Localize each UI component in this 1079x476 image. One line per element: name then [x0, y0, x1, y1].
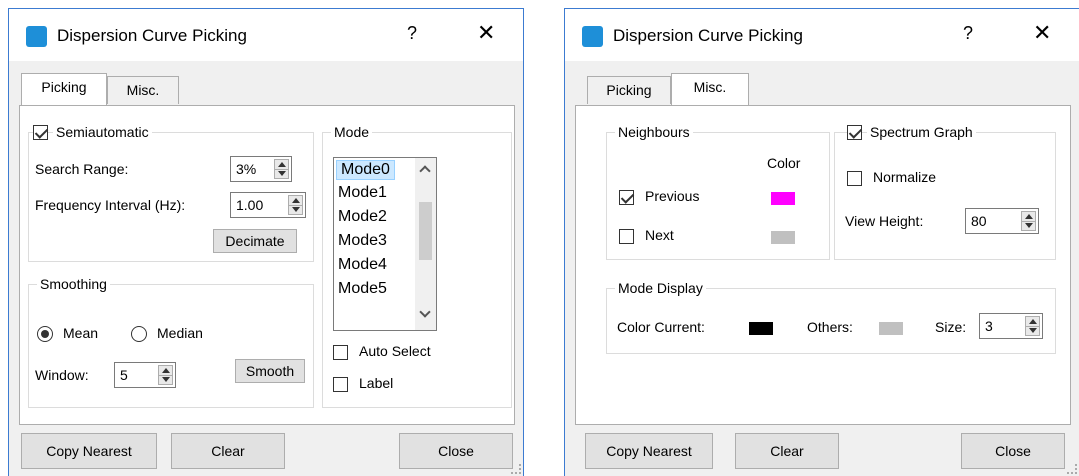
mean-label: Mean: [63, 325, 99, 341]
window-title: Dispersion Curve Picking: [613, 26, 803, 45]
mode-display-group: Mode Display Color Current: Others: Size…: [606, 279, 1056, 354]
mode-listbox[interactable]: Mode0 Mode1 Mode2 Mode3 Mode4 Mode5: [333, 157, 437, 331]
previous-label: Previous: [645, 188, 700, 204]
spin-down-icon[interactable]: [1029, 328, 1037, 333]
mode-list-item[interactable]: Mode1: [338, 184, 387, 202]
label-checkbox-label: Label: [359, 375, 394, 391]
mode-list-item[interactable]: Mode5: [338, 280, 387, 298]
color-current-swatch[interactable]: [749, 322, 773, 335]
size-spinbox[interactable]: 3: [979, 313, 1043, 339]
spectrum-graph-group: Spectrum Graph Normalize View Height: 80: [834, 123, 1056, 260]
tab-panel-misc: Neighbours Color Previous Next Spectrum …: [575, 105, 1071, 425]
window-spinbox[interactable]: 5: [114, 362, 176, 388]
tab-panel-picking: Semiautomatic Search Range: 3% Frequency…: [19, 105, 515, 425]
spin-up-icon[interactable]: [1029, 319, 1037, 324]
dialog-window-picking: Dispersion Curve Picking ? ✕ Picking Mis…: [8, 8, 524, 476]
help-icon[interactable]: ?: [407, 23, 417, 44]
spin-up-icon[interactable]: [162, 368, 170, 373]
label-checkbox[interactable]: [333, 377, 348, 392]
semiautomatic-checkbox[interactable]: [33, 125, 48, 140]
mode-label: Mode: [331, 123, 373, 141]
title-bar: Dispersion Curve Picking ? ✕: [9, 9, 523, 61]
search-range-value: 3%: [236, 161, 257, 177]
copy-nearest-button[interactable]: Copy Nearest: [585, 433, 713, 469]
spin-up-icon[interactable]: [278, 162, 286, 167]
next-checkbox[interactable]: [619, 229, 634, 244]
mode-list-item[interactable]: Mode3: [338, 232, 387, 250]
auto-select-checkbox[interactable]: [333, 345, 348, 360]
smoothing-group: Smoothing Mean Median Window: 5 Smooth: [28, 275, 314, 408]
size-value: 3: [985, 318, 993, 334]
resize-grip-icon[interactable]: [511, 464, 521, 474]
search-range-spinbox[interactable]: 3%: [230, 156, 292, 182]
smoothing-label: Smoothing: [37, 275, 110, 293]
semiautomatic-label: Semiautomatic: [53, 123, 152, 141]
help-icon[interactable]: ?: [963, 23, 973, 44]
auto-select-label: Auto Select: [359, 343, 431, 359]
others-label: Others:: [807, 319, 853, 335]
close-button[interactable]: Close: [961, 433, 1065, 469]
view-height-spinbox[interactable]: 80: [965, 208, 1039, 234]
window-label: Window:: [35, 367, 89, 383]
dialog-window-misc: Dispersion Curve Picking ? ✕ Picking Mis…: [564, 8, 1079, 476]
next-color-swatch[interactable]: [771, 231, 795, 244]
color-current-label: Color Current:: [617, 319, 705, 335]
close-icon[interactable]: ✕: [1033, 20, 1051, 46]
chevron-up-icon[interactable]: [419, 165, 431, 177]
spin-up-icon[interactable]: [1025, 214, 1033, 219]
tab-picking[interactable]: Picking: [587, 76, 671, 104]
copy-nearest-button[interactable]: Copy Nearest: [21, 433, 157, 469]
spin-down-icon[interactable]: [292, 207, 300, 212]
spin-down-icon[interactable]: [162, 377, 170, 382]
mode-list-scrollbar[interactable]: [415, 158, 436, 330]
clear-button[interactable]: Clear: [171, 433, 285, 469]
window-value: 5: [120, 367, 128, 383]
mode-list-item[interactable]: Mode4: [338, 256, 387, 274]
search-range-label: Search Range:: [35, 161, 129, 177]
spectrum-graph-checkbox[interactable]: [847, 125, 862, 140]
median-label: Median: [157, 325, 203, 341]
semiautomatic-group: Semiautomatic Search Range: 3% Frequency…: [28, 123, 314, 262]
app-icon: [26, 26, 47, 47]
median-radio[interactable]: [131, 326, 147, 342]
normalize-checkbox[interactable]: [847, 171, 862, 186]
frequency-interval-value: 1.00: [236, 197, 264, 213]
chevron-down-icon[interactable]: [419, 306, 431, 318]
mode-list-item[interactable]: Mode2: [338, 208, 387, 226]
tab-misc[interactable]: Misc.: [671, 73, 749, 105]
mode-group: Mode Mode0 Mode1 Mode2 Mode3 Mode4 Mode5…: [322, 123, 512, 408]
close-button[interactable]: Close: [399, 433, 513, 469]
size-label: Size:: [935, 319, 967, 335]
spin-up-icon[interactable]: [292, 198, 300, 203]
close-icon[interactable]: ✕: [477, 20, 495, 46]
mode-list-item[interactable]: Mode0: [336, 160, 395, 180]
title-bar: Dispersion Curve Picking ? ✕: [565, 9, 1079, 61]
others-color-swatch[interactable]: [879, 322, 903, 335]
scrollbar-thumb[interactable]: [419, 202, 432, 260]
next-label: Next: [645, 227, 674, 243]
neighbours-group: Neighbours Color Previous Next: [606, 123, 830, 260]
view-height-value: 80: [971, 213, 987, 229]
spin-down-icon[interactable]: [1025, 223, 1033, 228]
resize-grip-icon[interactable]: [1067, 464, 1077, 474]
tab-picking[interactable]: Picking: [21, 73, 107, 105]
previous-color-swatch[interactable]: [771, 192, 795, 205]
neighbours-label: Neighbours: [615, 123, 693, 141]
clear-button[interactable]: Clear: [735, 433, 839, 469]
smooth-button[interactable]: Smooth: [235, 359, 305, 383]
tab-misc[interactable]: Misc.: [107, 76, 179, 104]
mean-radio[interactable]: [37, 326, 53, 342]
decimate-button[interactable]: Decimate: [213, 229, 297, 253]
mode-display-label: Mode Display: [615, 279, 706, 297]
previous-checkbox[interactable]: [619, 190, 634, 205]
frequency-interval-label: Frequency Interval (Hz):: [35, 197, 186, 213]
window-title: Dispersion Curve Picking: [57, 26, 247, 45]
view-height-label: View Height:: [845, 213, 924, 229]
frequency-interval-spinbox[interactable]: 1.00: [230, 192, 306, 218]
normalize-label: Normalize: [873, 169, 937, 185]
spectrum-graph-label: Spectrum Graph: [867, 123, 976, 141]
color-header: Color: [767, 155, 801, 171]
spin-down-icon[interactable]: [278, 171, 286, 176]
app-icon: [582, 26, 603, 47]
